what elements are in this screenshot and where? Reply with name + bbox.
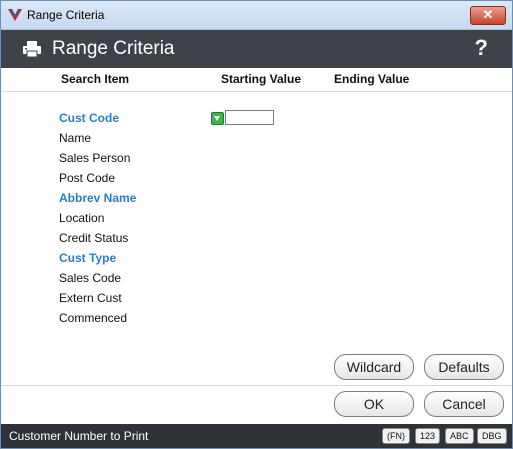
numeric-mode-indicator[interactable]: 123 (415, 428, 441, 444)
search-item-sales-person[interactable]: Sales Person (59, 151, 130, 165)
help-icon[interactable]: ? (475, 35, 488, 61)
button-row-divider (1, 385, 512, 386)
alpha-mode-indicator[interactable]: ABC (445, 428, 474, 444)
column-header-starting-value: Starting Value (221, 72, 302, 86)
debug-indicator[interactable]: DBG (477, 428, 507, 444)
window-title: Range Criteria (27, 8, 105, 22)
defaults-button[interactable]: Defaults (424, 354, 504, 380)
search-item-commenced[interactable]: Commenced (59, 311, 127, 325)
search-item-credit-status[interactable]: Credit Status (59, 231, 128, 245)
search-item-name[interactable]: Name (59, 131, 91, 145)
search-item-cust-code[interactable]: Cust Code (59, 111, 119, 125)
cancel-button[interactable]: Cancel (424, 391, 504, 417)
printer-icon (23, 41, 41, 58)
search-item-sales-code[interactable]: Sales Code (59, 271, 121, 285)
header-title: Range Criteria (52, 38, 175, 59)
search-item-cust-type[interactable]: Cust Type (59, 251, 116, 265)
range-criteria-window: Range Criteria ✕ Range Criteria ? Search… (0, 0, 513, 449)
search-item-post-code[interactable]: Post Code (59, 171, 115, 185)
ok-button[interactable]: OK (334, 391, 414, 417)
column-header-search-item: Search Item (61, 72, 130, 86)
status-message: Customer Number to Print (9, 429, 149, 443)
status-bar: Customer Number to Print (FN) 123 ABC DB… (1, 424, 512, 448)
search-item-abbrev-name[interactable]: Abbrev Name (59, 191, 136, 205)
app-logo-icon (8, 8, 22, 21)
fn-key-indicator[interactable]: (FN) (382, 428, 410, 444)
title-bar: Range Criteria ✕ (1, 1, 512, 30)
search-item-extern-cust[interactable]: Extern Cust (59, 291, 122, 305)
wildcard-button[interactable]: Wildcard (334, 354, 414, 380)
column-header-ending-value: Ending Value (334, 72, 410, 86)
close-button[interactable]: ✕ (470, 6, 506, 25)
dialog-header: Range Criteria ? (1, 30, 512, 68)
condition-dropdown-icon[interactable] (211, 112, 224, 125)
starting-value-input[interactable] (225, 110, 274, 125)
column-header-divider (1, 91, 512, 92)
search-item-location[interactable]: Location (59, 211, 104, 225)
